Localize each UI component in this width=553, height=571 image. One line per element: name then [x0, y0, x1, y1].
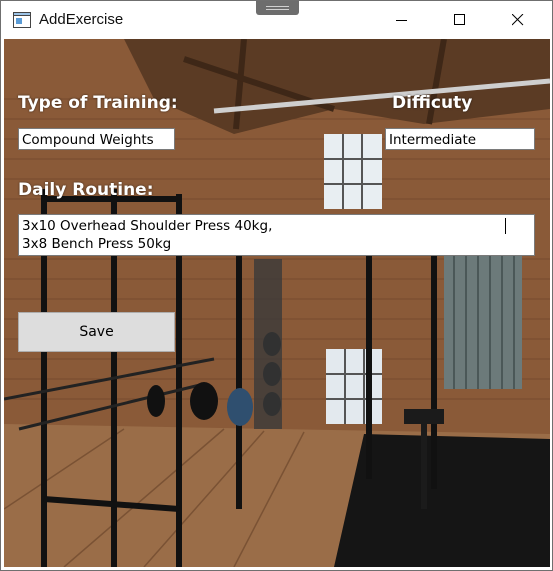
difficulty-field[interactable]: Intermediate [385, 128, 535, 150]
text-cursor [505, 218, 506, 234]
form-area: Type of Training: Compound Weights Diffi… [4, 39, 550, 567]
app-icon [13, 12, 31, 28]
minimize-button[interactable] [379, 1, 425, 39]
maximize-icon [454, 14, 465, 25]
gym-background-image [4, 39, 550, 567]
app-window: AddExercise Type of Training: Compound W… [0, 0, 553, 571]
title-bar[interactable]: AddExercise [1, 1, 552, 39]
close-button[interactable] [495, 1, 541, 39]
maximize-button[interactable] [437, 1, 483, 39]
close-icon [512, 14, 524, 26]
minimize-icon [396, 20, 407, 21]
difficulty-label: Difficuty [392, 93, 473, 113]
routine-line: 3x8 Bench Press 50kg [22, 236, 172, 252]
routine-line: 3x10 Overhead Shoulder Press 40kg, [22, 218, 273, 234]
drag-grip[interactable] [256, 1, 299, 15]
daily-routine-label: Daily Routine: [18, 180, 154, 200]
training-type-field[interactable]: Compound Weights [18, 128, 175, 150]
save-button[interactable]: Save [18, 312, 175, 352]
training-type-label: Type of Training: [18, 93, 178, 113]
window-title: AddExercise [39, 11, 124, 28]
daily-routine-textbox[interactable]: 3x10 Overhead Shoulder Press 40kg, 3x8 B… [18, 214, 535, 256]
